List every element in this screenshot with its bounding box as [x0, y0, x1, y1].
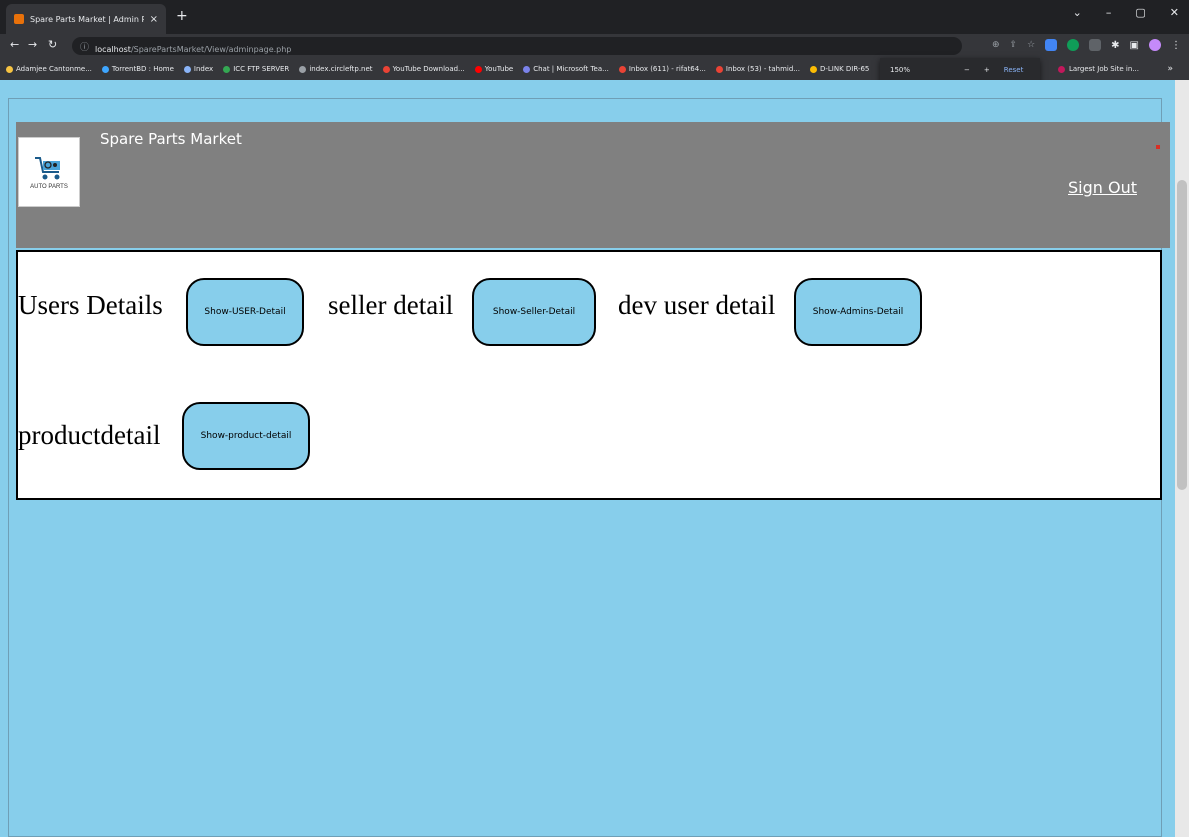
- zoom-out-button[interactable]: −: [964, 66, 970, 74]
- site-title: Spare Parts Market: [100, 130, 242, 148]
- bookmark-item[interactable]: D-LINK DIR-65: [809, 65, 870, 73]
- site-info-icon[interactable]: ⓘ: [80, 40, 89, 53]
- extensions-puzzle-icon[interactable]: ✱: [1111, 40, 1119, 51]
- bookmark-label: TorrentBD : Home: [111, 65, 174, 73]
- tab-search-icon[interactable]: ⌄: [1073, 6, 1082, 19]
- bookmark-favicon-icon: [299, 65, 307, 73]
- url-path: /SparePartsMarket/View/adminpage.php: [130, 44, 292, 54]
- bookmark-favicon-icon: [223, 65, 231, 73]
- tab-strip: Spare Parts Market | Admin Panel × + ⌄ –…: [0, 0, 1189, 34]
- seller-detail-label: seller detail: [328, 290, 454, 320]
- bookmark-favicon-icon: [6, 65, 13, 73]
- show-product-detail-button[interactable]: Show-product-detail: [182, 402, 310, 470]
- show-user-detail-button[interactable]: Show-USER-Detail: [186, 278, 304, 346]
- window-controls: ⌄ – ▢ ✕: [1073, 6, 1179, 19]
- bookmark-star-icon[interactable]: ☆: [1027, 40, 1035, 50]
- sign-out-link[interactable]: Sign Out: [1068, 178, 1137, 197]
- back-arrow-icon[interactable]: ←: [10, 38, 19, 51]
- reload-icon[interactable]: ↻: [48, 38, 57, 51]
- admin-panel: Users Details Show-USER-Detail seller de…: [16, 250, 1162, 500]
- bookmark-item[interactable]: YouTube Download...: [382, 65, 465, 73]
- shopping-cart-icon: [35, 156, 60, 179]
- browser-toolbar: ← → ↻ ⓘ localhost/SparePartsMarket/View/…: [0, 34, 1189, 58]
- bookmark-label: Inbox (611) - rifat64...: [628, 65, 706, 73]
- bookmark-item[interactable]: Chat | Microsoft Tea...: [523, 65, 609, 73]
- browser-tab[interactable]: Spare Parts Market | Admin Panel ×: [6, 4, 166, 34]
- grammarly-icon[interactable]: [1067, 39, 1080, 51]
- tab-close-icon[interactable]: ×: [150, 14, 158, 25]
- auto-parts-logo: AUTO PARTS: [18, 137, 80, 207]
- bookmark-favicon-icon: [101, 65, 109, 73]
- product-detail-label: productdetail: [18, 420, 161, 450]
- bookmark-item[interactable]: TorrentBD : Home: [101, 65, 174, 73]
- bookmark-item[interactable]: Adamjee Cantonme...: [6, 65, 92, 73]
- bookmark-item[interactable]: index.circleftp.net: [299, 65, 373, 73]
- bookmark-label: Adamjee Cantonme...: [16, 65, 92, 73]
- address-bar[interactable]: ⓘ localhost/SparePartsMarket/View/adminp…: [72, 37, 962, 55]
- url-host: localhost: [95, 44, 131, 54]
- users-details-label: Users Details: [18, 290, 163, 320]
- bookmark-label: Index: [193, 65, 214, 73]
- new-tab-button[interactable]: +: [176, 8, 188, 24]
- close-window-button[interactable]: ✕: [1170, 6, 1179, 19]
- side-panel-icon[interactable]: ▣: [1130, 40, 1139, 51]
- menu-kebab-icon[interactable]: ⋮: [1171, 40, 1181, 51]
- bookmark-item[interactable]: Inbox (53) - tahmid...: [715, 65, 800, 73]
- bookmark-label: Largest Job Site in...: [1068, 65, 1139, 73]
- zoom-in-button[interactable]: +: [984, 66, 990, 74]
- bookmark-item[interactable]: ICC FTP SERVER: [223, 65, 289, 73]
- minimize-button[interactable]: –: [1106, 6, 1112, 19]
- bookmark-label: YouTube: [484, 65, 514, 73]
- extension-icon[interactable]: [1045, 39, 1058, 51]
- bookmark-item[interactable]: Index: [183, 65, 214, 73]
- bookmark-item[interactable]: Inbox (611) - rifat64...: [618, 65, 706, 73]
- bookmark-label: Inbox (53) - tahmid...: [725, 65, 800, 73]
- forward-arrow-icon[interactable]: →: [28, 38, 37, 51]
- marker-dot: [1156, 145, 1160, 149]
- bookmark-item-job-site[interactable]: Largest Job Site in...: [1057, 65, 1139, 73]
- show-seller-detail-button[interactable]: Show-Seller-Detail: [472, 278, 596, 346]
- bookmark-favicon-icon: [523, 65, 531, 73]
- bookmark-favicon-icon: [382, 65, 390, 73]
- logo-text: AUTO PARTS: [30, 183, 68, 190]
- extensions-area: ⊕ ⇪ ☆ ✱ ▣ ⋮: [992, 39, 1181, 51]
- bookmark-favicon-icon: [474, 65, 482, 73]
- more-bookmarks-icon[interactable]: »: [1167, 64, 1173, 74]
- bookmark-label: D-LINK DIR-65: [819, 65, 870, 73]
- bookmark-label: Chat | Microsoft Tea...: [533, 65, 609, 73]
- bookmark-favicon-icon: [809, 65, 817, 73]
- job-site-favicon-icon: [1057, 65, 1065, 73]
- page-viewport: AUTO PARTS Spare Parts Market Sign Out U…: [0, 80, 1189, 837]
- share-icon[interactable]: ⇪: [1010, 40, 1018, 50]
- profile-avatar[interactable]: [1149, 39, 1161, 51]
- dev-user-detail-label: dev user detail: [618, 290, 776, 320]
- bookmark-label: ICC FTP SERVER: [233, 65, 290, 73]
- zoom-reset-button[interactable]: Reset: [1004, 66, 1024, 74]
- bookmark-favicon-icon: [618, 65, 626, 73]
- bookmark-item[interactable]: YouTube: [474, 65, 514, 73]
- bookmark-favicon-icon: [715, 65, 723, 73]
- zoom-level: 150%: [890, 66, 911, 74]
- tab-title: Spare Parts Market | Admin Panel: [30, 14, 144, 24]
- zoom-icon[interactable]: ⊕: [992, 40, 1000, 50]
- extension-icon[interactable]: [1089, 39, 1102, 51]
- vertical-scrollbar[interactable]: [1175, 80, 1189, 837]
- show-admins-detail-button[interactable]: Show-Admins-Detail: [794, 278, 922, 346]
- bookmark-label: YouTube Download...: [392, 65, 465, 73]
- maximize-button[interactable]: ▢: [1135, 6, 1145, 19]
- bookmark-favicon-icon: [183, 65, 191, 73]
- bookmark-label: index.circleftp.net: [309, 65, 373, 73]
- site-header: AUTO PARTS Spare Parts Market Sign Out: [16, 122, 1170, 248]
- site-favicon-icon: [14, 14, 24, 24]
- scrollbar-thumb[interactable]: [1177, 180, 1187, 490]
